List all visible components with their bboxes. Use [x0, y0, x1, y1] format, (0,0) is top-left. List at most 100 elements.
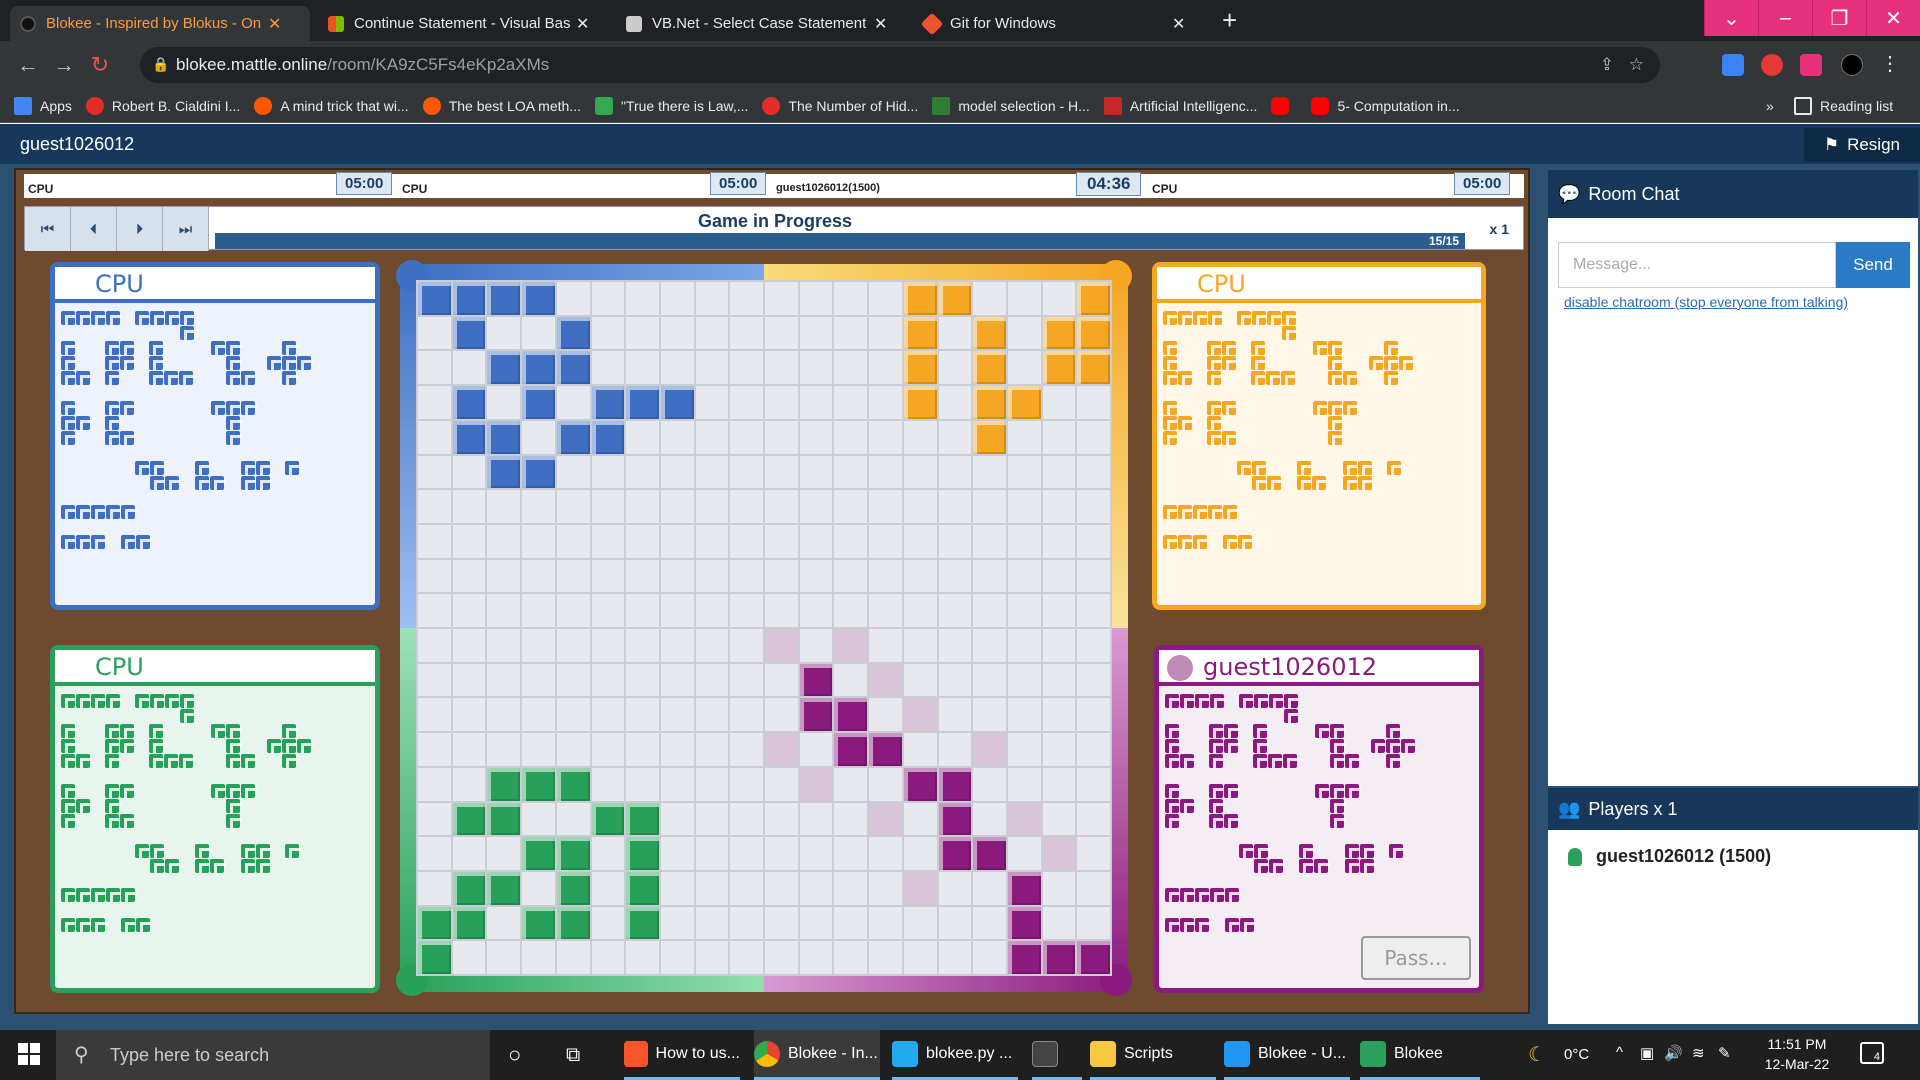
board-cell-occupied[interactable]	[1042, 941, 1076, 974]
board-cell[interactable]	[556, 490, 590, 523]
board-cell-occupied[interactable]	[452, 386, 486, 419]
tray-piece-block[interactable]	[1225, 918, 1241, 932]
tray-piece-block[interactable]	[1345, 784, 1361, 798]
board-cell[interactable]	[834, 767, 868, 801]
board-cell[interactable]	[695, 559, 729, 593]
board-cell[interactable]	[591, 663, 625, 697]
board-cell[interactable]	[556, 733, 590, 766]
board-cell-occupied[interactable]	[418, 941, 451, 974]
board-cell[interactable]	[418, 837, 451, 870]
board-cell-occupied[interactable]	[973, 386, 1006, 419]
board-cell-occupied[interactable]	[487, 767, 521, 801]
tray-piece-block[interactable]	[1330, 784, 1346, 798]
board-cell[interactable]	[799, 906, 833, 940]
board-cell-occupied[interactable]	[1007, 941, 1041, 974]
board-cell[interactable]	[834, 594, 868, 627]
url-bar[interactable]: 🔒 blokee.mattle.online/room/KA9zC5Fs4eKp…	[140, 47, 1660, 83]
tray-piece-block[interactable]	[1224, 784, 1240, 798]
board-cell[interactable]	[452, 698, 486, 732]
board-cell-occupied[interactable]	[591, 802, 625, 836]
forward-icon[interactable]: →	[46, 52, 82, 78]
board-cell[interactable]	[869, 282, 902, 315]
board-cell-occupied[interactable]	[903, 386, 937, 419]
board-cell[interactable]	[903, 455, 937, 489]
board-cell[interactable]	[973, 490, 1006, 523]
board-cell[interactable]	[799, 386, 833, 419]
extension-screen-icon[interactable]	[1722, 54, 1744, 76]
tray-piece-block[interactable]	[1253, 754, 1269, 768]
tray-piece-block[interactable]	[1386, 724, 1402, 738]
board-cell[interactable]	[834, 490, 868, 523]
board-cell[interactable]	[730, 733, 763, 766]
board-cell[interactable]	[487, 663, 521, 697]
board-cell[interactable]	[973, 802, 1006, 836]
board-cell-occupied[interactable]	[834, 733, 868, 766]
board-cell-hint[interactable]	[765, 629, 798, 662]
board-cell[interactable]	[695, 802, 729, 836]
board-cell-occupied[interactable]	[522, 455, 555, 489]
board-cell-occupied[interactable]	[556, 316, 590, 350]
board-cell[interactable]	[452, 629, 486, 662]
board-cell[interactable]	[1077, 594, 1110, 627]
tray-piece-block[interactable]	[1239, 694, 1255, 708]
board-cell[interactable]	[938, 733, 972, 766]
board-cell[interactable]	[418, 455, 451, 489]
tray-piece-block[interactable]	[1224, 814, 1240, 828]
board-cell-occupied[interactable]	[418, 282, 451, 315]
bookmark-apps[interactable]: Apps	[14, 96, 72, 115]
board-cell[interactable]	[938, 524, 972, 558]
board-cell[interactable]	[452, 351, 486, 385]
board-cell[interactable]	[973, 629, 1006, 662]
tray-piece-block[interactable]	[1209, 784, 1225, 798]
board-cell[interactable]	[799, 455, 833, 489]
board-cell[interactable]	[869, 941, 902, 974]
tray-piece-block[interactable]	[1254, 844, 1270, 858]
tray-piece-block[interactable]	[1209, 799, 1225, 813]
tab-search-button[interactable]: ⌄	[1704, 0, 1758, 36]
tray-piece-block[interactable]	[1253, 724, 1269, 738]
board-cell[interactable]	[1007, 767, 1041, 801]
board-cell[interactable]	[730, 490, 763, 523]
board-cell-occupied[interactable]	[522, 386, 555, 419]
menu-kebab-icon[interactable]: ⋮	[1880, 51, 1902, 75]
board-cell[interactable]	[660, 629, 694, 662]
browser-tab-continue-statement[interactable]: Continue Statement - Visual Basic ✕	[318, 6, 608, 41]
board-cell[interactable]	[1007, 420, 1041, 454]
restore-button[interactable]: ❐	[1812, 0, 1866, 36]
board-cell[interactable]	[834, 316, 868, 350]
board-cell-occupied[interactable]	[938, 767, 972, 801]
board-cell[interactable]	[418, 594, 451, 627]
board-cell[interactable]	[869, 420, 902, 454]
board-cell[interactable]	[799, 490, 833, 523]
board-cell[interactable]	[1007, 282, 1041, 315]
board-cell[interactable]	[834, 941, 868, 974]
bookmark-9[interactable]: 5- Computation in...	[1311, 96, 1460, 115]
board-cell[interactable]	[973, 594, 1006, 627]
board-cell[interactable]	[869, 698, 902, 732]
tray-piece-block[interactable]	[1165, 724, 1181, 738]
board-cell[interactable]	[418, 802, 451, 836]
taskbar-app-terminal[interactable]	[1032, 1030, 1082, 1080]
board-cell[interactable]	[418, 524, 451, 558]
board-cell[interactable]	[799, 420, 833, 454]
board-cell[interactable]	[418, 629, 451, 662]
board-cell[interactable]	[730, 837, 763, 870]
board-cell[interactable]	[660, 941, 694, 974]
board-cell[interactable]	[626, 420, 659, 454]
board-cell[interactable]	[903, 906, 937, 940]
board-cell[interactable]	[834, 802, 868, 836]
tray-piece-block[interactable]	[1389, 844, 1405, 858]
board-cell[interactable]	[938, 420, 972, 454]
board-cell[interactable]	[522, 733, 555, 766]
board-cell[interactable]	[799, 316, 833, 350]
board-cell[interactable]	[1042, 871, 1076, 905]
board-cell[interactable]	[1042, 594, 1076, 627]
board-cell[interactable]	[765, 524, 798, 558]
board-cell[interactable]	[695, 524, 729, 558]
tray-piece-block[interactable]	[1165, 888, 1181, 902]
board-cell[interactable]	[591, 629, 625, 662]
board-cell-occupied[interactable]	[556, 767, 590, 801]
board-cell[interactable]	[1077, 802, 1110, 836]
pen-icon[interactable]: ✎	[1718, 1044, 1731, 1062]
board-cell[interactable]	[556, 941, 590, 974]
